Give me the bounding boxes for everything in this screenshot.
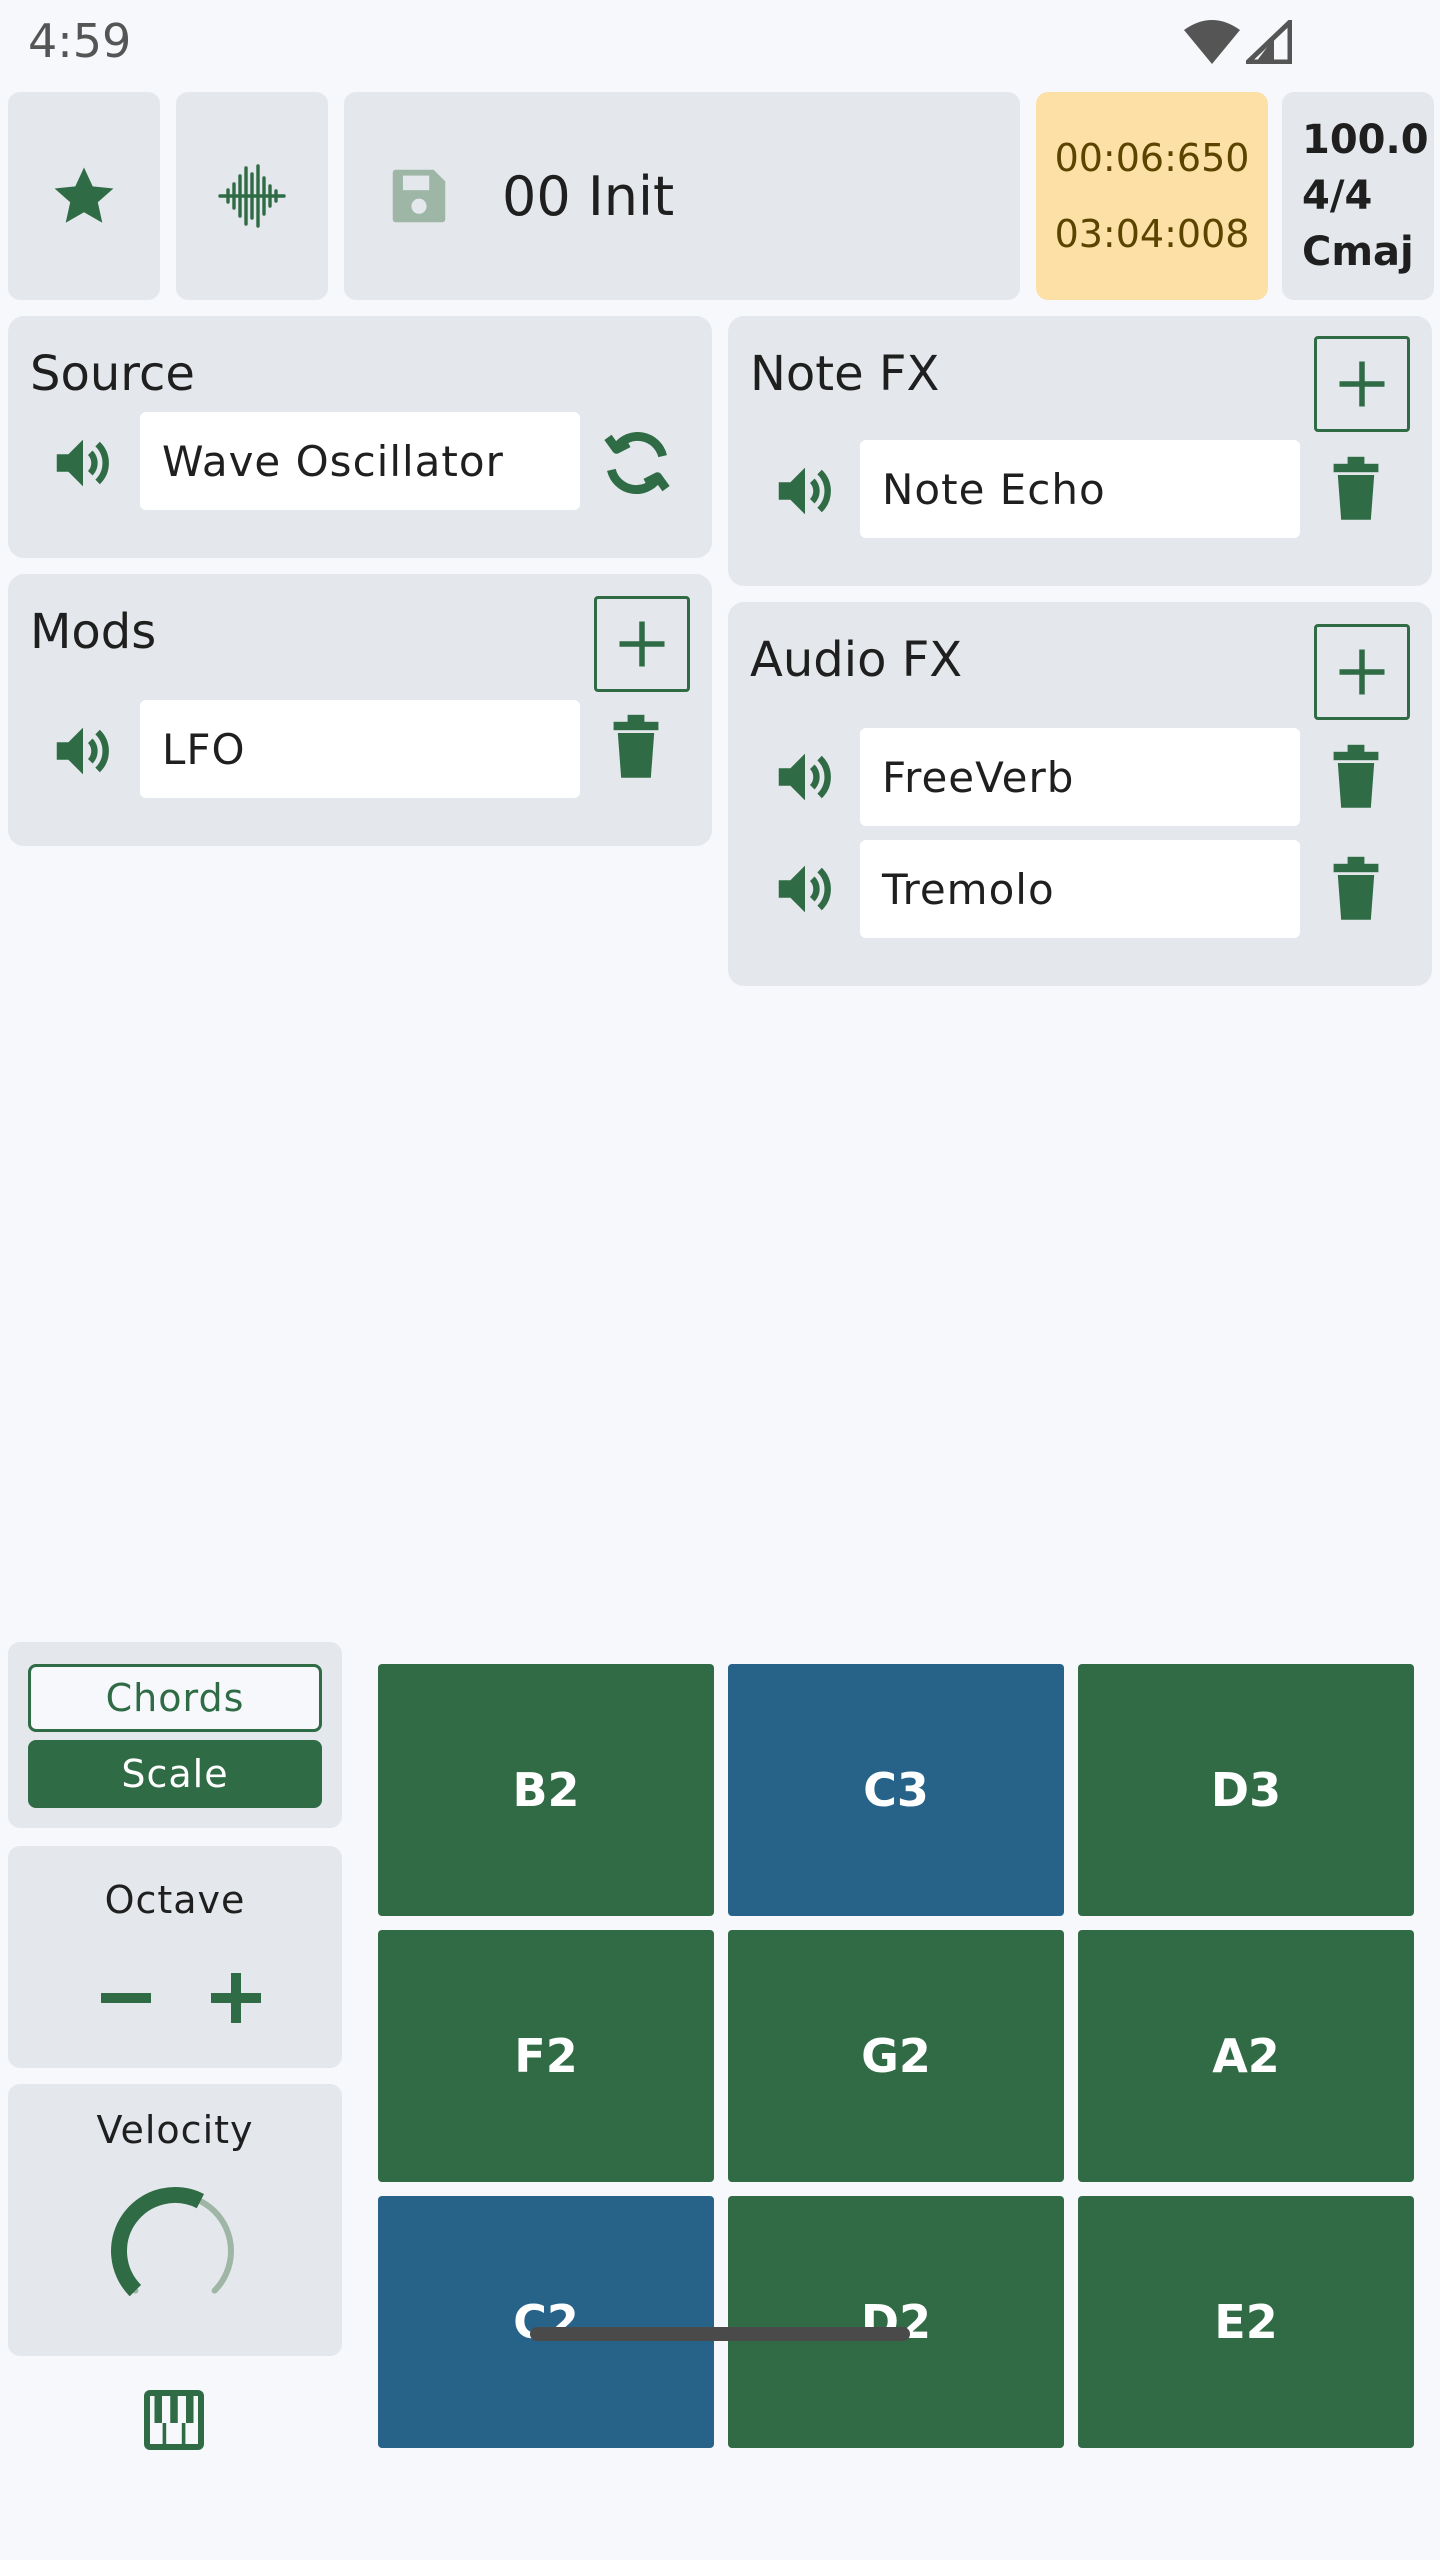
pad-f2[interactable]: F2	[378, 1930, 714, 2182]
signal-icon	[1241, 16, 1293, 65]
chords-toggle[interactable]: Chords	[28, 1664, 322, 1732]
speaker-icon[interactable]	[770, 742, 840, 812]
octave-label: Octave	[104, 1878, 246, 1922]
note-fx-title: Note FX	[750, 346, 940, 402]
speaker-icon[interactable]	[48, 428, 118, 498]
pad-d3[interactable]: D3	[1078, 1664, 1414, 1916]
note-fx-panel: Note FX Note Echo	[728, 316, 1432, 586]
source-title: Source	[30, 346, 195, 402]
timer-position: 00:06:650	[1054, 136, 1250, 180]
pad-b2[interactable]: B2	[378, 1664, 714, 1916]
key-value: Cmaj	[1302, 229, 1414, 275]
refresh-icon[interactable]	[596, 422, 678, 504]
source-panel: Source Wave Oscillator	[8, 316, 712, 558]
waveform-icon	[216, 160, 288, 232]
preset-name: 00 Init	[502, 164, 675, 228]
scale-toggle[interactable]: Scale	[28, 1740, 322, 1808]
wifi-icon	[1184, 20, 1240, 64]
speaker-icon[interactable]	[770, 456, 840, 526]
octave-panel: Octave	[8, 1846, 342, 2068]
home-indicator[interactable]	[530, 2327, 910, 2341]
trash-icon[interactable]	[1324, 454, 1388, 524]
timer-length: 03:04:008	[1054, 212, 1250, 256]
pad-g2[interactable]: G2	[728, 1930, 1064, 2182]
velocity-panel: Velocity	[8, 2084, 342, 2356]
status-time: 4:59	[28, 14, 132, 68]
time-signature: 4/4	[1302, 173, 1373, 219]
preset-selector[interactable]: 00 Init	[344, 92, 1020, 300]
octave-up-button[interactable]	[194, 1956, 278, 2040]
trash-icon[interactable]	[604, 712, 668, 782]
trash-icon[interactable]	[1324, 854, 1388, 924]
tempo-value: 100.0	[1302, 117, 1429, 163]
speaker-icon[interactable]	[48, 716, 118, 786]
mods-panel: Mods LFO	[8, 574, 712, 846]
mod-field[interactable]: LFO	[140, 700, 580, 798]
pad-a2[interactable]: A2	[1078, 1930, 1414, 2182]
trash-icon[interactable]	[1324, 742, 1388, 812]
octave-down-button[interactable]	[84, 1956, 168, 2040]
star-icon	[48, 160, 120, 232]
add-mod-button[interactable]	[594, 596, 690, 692]
pad-c2[interactable]: C2	[378, 2196, 714, 2448]
velocity-knob[interactable]	[100, 2176, 250, 2326]
speaker-icon[interactable]	[770, 854, 840, 924]
velocity-label: Velocity	[96, 2108, 254, 2152]
mods-title: Mods	[30, 604, 157, 660]
pad-c3[interactable]: C3	[728, 1664, 1064, 1916]
piano-icon[interactable]	[134, 2380, 214, 2460]
save-icon[interactable]	[384, 161, 454, 231]
note-fx-field[interactable]: Note Echo	[860, 440, 1300, 538]
audio-fx-field[interactable]: FreeVerb	[860, 728, 1300, 826]
audio-fx-panel: Audio FX FreeVerb Tremolo	[728, 602, 1432, 986]
waveform-button[interactable]	[176, 92, 328, 300]
audio-fx-field[interactable]: Tremolo	[860, 840, 1300, 938]
add-note-fx-button[interactable]	[1314, 336, 1410, 432]
timer-display: 00:06:650 03:04:008	[1036, 92, 1268, 300]
pad-d2[interactable]: D2	[728, 2196, 1064, 2448]
pad-e2[interactable]: E2	[1078, 2196, 1414, 2448]
favorites-button[interactable]	[8, 92, 160, 300]
source-field[interactable]: Wave Oscillator	[140, 412, 580, 510]
tempo-panel[interactable]: 100.0 4/4 Cmaj	[1282, 92, 1434, 300]
audio-fx-title: Audio FX	[750, 632, 963, 688]
add-audio-fx-button[interactable]	[1314, 624, 1410, 720]
